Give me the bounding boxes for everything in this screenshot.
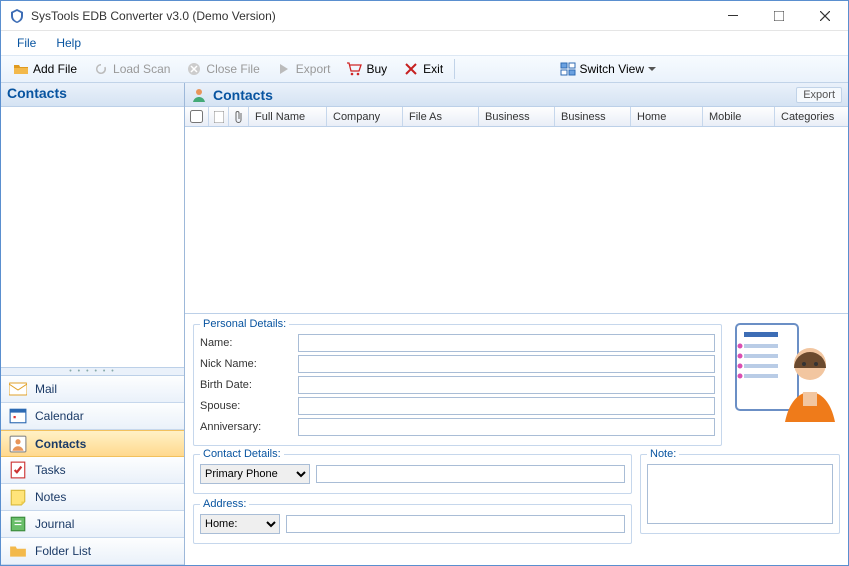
nav-folder-list[interactable]: Folder List (1, 538, 184, 565)
nav-label: Notes (35, 490, 66, 504)
calendar-icon (9, 408, 27, 424)
address-type-select[interactable]: Home: (200, 514, 280, 534)
details-pane: Personal Details: Name: Nick Name: Birth… (185, 313, 848, 565)
close-button[interactable] (802, 1, 848, 31)
nav-calendar[interactable]: Calendar (1, 403, 184, 430)
note-group: Note: (640, 448, 840, 534)
nav-journal[interactable]: Journal (1, 511, 184, 538)
avatar-image (730, 318, 840, 428)
refresh-icon (93, 61, 109, 77)
col-attachment[interactable] (229, 107, 249, 126)
personal-details-group: Personal Details: Name: Nick Name: Birth… (193, 318, 722, 446)
export-arrow-icon (276, 61, 292, 77)
grid-header: Full Name Company File As Business Busin… (185, 107, 848, 127)
anniv-label: Anniversary: (200, 421, 292, 433)
notes-icon (9, 489, 27, 505)
birth-label: Birth Date: (200, 379, 292, 391)
nav-contacts[interactable]: Contacts (1, 430, 184, 457)
personal-legend: Personal Details: (200, 318, 289, 330)
toolbar-separator (454, 59, 455, 79)
nav-label: Calendar (35, 409, 84, 423)
exit-icon (403, 61, 419, 77)
contacts-icon (9, 436, 27, 452)
nav-label: Folder List (35, 544, 91, 558)
journal-icon (9, 516, 27, 532)
menu-file[interactable]: File (7, 33, 46, 53)
spouse-input[interactable] (298, 397, 715, 415)
maximize-button[interactable] (756, 1, 802, 31)
buy-button[interactable]: Buy (338, 58, 395, 80)
nav-list: Mail Calendar Contacts Tasks Notes (1, 376, 184, 565)
nav-tasks[interactable]: Tasks (1, 457, 184, 484)
nav-label: Tasks (35, 463, 66, 477)
left-panel-header: Contacts (1, 83, 184, 107)
tasks-icon (9, 462, 27, 478)
nav-label: Mail (35, 382, 57, 396)
nick-input[interactable] (298, 355, 715, 373)
export-button[interactable]: Export (268, 58, 339, 80)
titlebar: SysTools EDB Converter v3.0 (Demo Versio… (1, 1, 848, 31)
export-small-button[interactable]: Export (796, 87, 842, 103)
right-panel: Contacts Export Full Name Company File A… (185, 83, 848, 565)
select-all-checkbox[interactable] (190, 110, 203, 123)
content-title: Contacts (213, 87, 790, 103)
col-business-1[interactable]: Business (479, 107, 555, 126)
window-title: SysTools EDB Converter v3.0 (Demo Versio… (31, 9, 710, 23)
nick-label: Nick Name: (200, 358, 292, 370)
app-window: SysTools EDB Converter v3.0 (Demo Versio… (0, 0, 849, 566)
name-label: Name: (200, 337, 292, 349)
address-input[interactable] (286, 515, 625, 533)
nav-notes[interactable]: Notes (1, 484, 184, 511)
col-company[interactable]: Company (327, 107, 403, 126)
contact-legend: Contact Details: (200, 448, 284, 460)
col-mobile[interactable]: Mobile (703, 107, 775, 126)
contacts-header-icon (191, 87, 207, 103)
add-file-button[interactable]: Add File (5, 58, 85, 80)
col-home[interactable]: Home (631, 107, 703, 126)
col-business-2[interactable]: Business (555, 107, 631, 126)
splitter-grip[interactable]: • • • • • • (1, 368, 184, 376)
col-icon[interactable] (209, 107, 229, 126)
close-file-button[interactable]: Close File (178, 58, 267, 80)
exit-button[interactable]: Exit (395, 58, 451, 80)
phone-type-select[interactable]: Primary Phone (200, 464, 310, 484)
address-legend: Address: (200, 498, 249, 510)
switch-view-button[interactable]: Switch View (552, 58, 664, 80)
menubar: File Help (1, 31, 848, 55)
minimize-button[interactable] (710, 1, 756, 31)
close-file-icon (186, 61, 202, 77)
note-textarea[interactable] (647, 464, 833, 524)
col-checkbox[interactable] (185, 107, 209, 126)
birth-input[interactable] (298, 376, 715, 394)
col-full-name[interactable]: Full Name (249, 107, 327, 126)
grid-body[interactable] (185, 127, 848, 313)
main-area: Contacts • • • • • • Mail Calendar Conta… (1, 83, 848, 565)
folder-tree[interactable] (1, 107, 184, 368)
phone-input[interactable] (316, 465, 625, 483)
app-icon (9, 8, 25, 24)
contact-details-group: Contact Details: Primary Phone (193, 448, 632, 494)
spouse-label: Spouse: (200, 400, 292, 412)
name-input[interactable] (298, 334, 715, 352)
chevron-down-icon (648, 61, 656, 77)
cart-icon (346, 61, 362, 77)
menu-help[interactable]: Help (46, 33, 91, 53)
switch-view-icon (560, 61, 576, 77)
col-file-as[interactable]: File As (403, 107, 479, 126)
address-group: Address: Home: (193, 498, 632, 544)
folder-icon (9, 543, 27, 559)
col-categories[interactable]: Categories (775, 107, 848, 126)
content-header: Contacts Export (185, 83, 848, 107)
left-panel: Contacts • • • • • • Mail Calendar Conta… (1, 83, 185, 565)
note-legend: Note: (647, 448, 679, 460)
nav-label: Journal (35, 517, 74, 531)
nav-label: Contacts (35, 437, 86, 451)
anniv-input[interactable] (298, 418, 715, 436)
load-scan-button[interactable]: Load Scan (85, 58, 178, 80)
mail-icon (9, 381, 27, 397)
nav-mail[interactable]: Mail (1, 376, 184, 403)
folder-open-icon (13, 61, 29, 77)
toolbar: Add File Load Scan Close File Export Buy… (1, 55, 848, 83)
